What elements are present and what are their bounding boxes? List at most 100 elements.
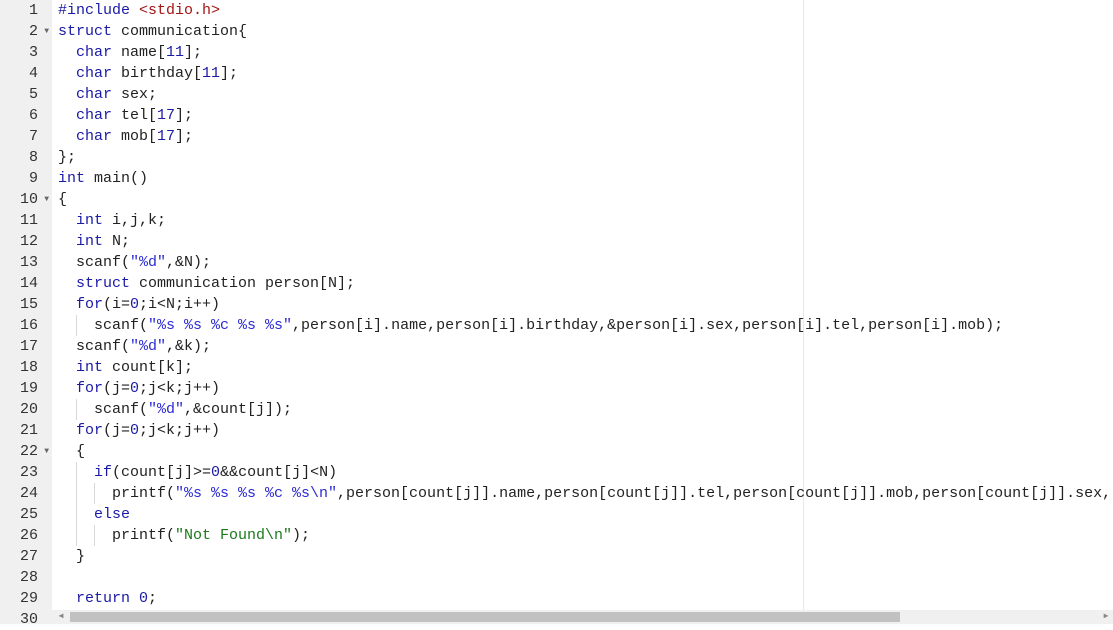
- line-number: 27: [0, 546, 52, 567]
- code-token: printf(: [112, 527, 176, 544]
- code-token: "%s %s %c %s %s": [148, 317, 293, 334]
- caret-down-icon[interactable]: ▼: [44, 21, 49, 42]
- code-line[interactable]: int i,j,k;: [76, 210, 166, 231]
- code-line[interactable]: char mob[17];: [76, 126, 193, 147]
- line-number-text: 16: [19, 317, 38, 334]
- code-token: 17: [157, 107, 176, 124]
- indent-guide: [94, 525, 95, 546]
- arrow-right-icon[interactable]: ▶: [1099, 610, 1113, 624]
- code-line[interactable]: scanf("%d",&k);: [76, 336, 211, 357]
- code-line[interactable]: if(count[j]>=0&&count[j]<N): [94, 462, 337, 483]
- line-number-text: 22: [19, 443, 38, 460]
- code-line[interactable]: else: [94, 504, 130, 525]
- line-number: 24: [0, 483, 52, 504]
- code-token: 0: [211, 464, 221, 481]
- code-token: ];: [184, 44, 203, 61]
- code-token: ;: [148, 590, 158, 607]
- code-line[interactable]: int N;: [76, 231, 130, 252]
- code-token: scanf(: [76, 254, 131, 271]
- code-token: (j=: [103, 380, 131, 397]
- code-line[interactable]: char birthday[11];: [76, 63, 238, 84]
- line-number-text: 13: [19, 254, 38, 271]
- indent-guide: [76, 315, 77, 336]
- line-number: 7: [0, 126, 52, 147]
- line-number-text: 11: [19, 212, 38, 229]
- code-token: 0: [139, 590, 149, 607]
- code-line[interactable]: int count[k];: [76, 357, 193, 378]
- line-number-text: 6: [28, 107, 38, 124]
- code-token: for: [76, 296, 104, 313]
- code-token: <stdio.h>: [139, 2, 221, 19]
- code-line[interactable]: struct communication person[N];: [76, 273, 355, 294]
- code-line[interactable]: {: [76, 441, 85, 462]
- code-token: #include: [58, 2, 140, 19]
- line-number-text: 8: [28, 149, 38, 166]
- line-number-text: 1: [28, 2, 38, 19]
- line-number-text: 18: [19, 359, 38, 376]
- scrollbar-thumb[interactable]: [70, 612, 900, 622]
- code-token: ,person[i].name,person[i].birthday,&pers…: [292, 317, 1004, 334]
- line-number-text: 14: [19, 275, 38, 292]
- indent-guide: [76, 483, 77, 504]
- code-token: for: [76, 380, 104, 397]
- caret-down-icon[interactable]: ▼: [44, 189, 49, 210]
- code-line[interactable]: };: [58, 147, 76, 168]
- code-line[interactable]: {: [58, 189, 67, 210]
- line-number: 6: [0, 105, 52, 126]
- indent-guide: [76, 525, 77, 546]
- arrow-left-icon[interactable]: ◀: [54, 610, 68, 624]
- code-line[interactable]: #include <stdio.h>: [58, 0, 220, 21]
- line-number: 22 ▼: [0, 441, 52, 462]
- code-line[interactable]: struct communication{: [58, 21, 247, 42]
- caret-down-icon[interactable]: ▼: [44, 441, 49, 462]
- line-number: 28: [0, 567, 52, 588]
- line-number-text: 9: [28, 170, 38, 187]
- code-line[interactable]: scanf("%d",&count[j]);: [94, 399, 292, 420]
- code-line[interactable]: }: [76, 546, 85, 567]
- code-token: "%d": [130, 254, 167, 271]
- code-token: birthday[: [112, 65, 203, 82]
- line-number-text: 2: [28, 23, 38, 40]
- code-line[interactable]: scanf("%s %s %c %s %s",person[i].name,pe…: [94, 315, 1003, 336]
- line-number: 3: [0, 42, 52, 63]
- code-line[interactable]: printf("%s %s %s %c %s\n",person[count[j…: [112, 483, 1111, 504]
- code-token: 0: [130, 422, 140, 439]
- code-token: (j=: [103, 422, 131, 439]
- line-number-text: 5: [28, 86, 38, 103]
- code-line[interactable]: return 0;: [76, 588, 157, 609]
- code-editor[interactable]: #include <stdio.h> struct communication{c…: [52, 0, 1113, 610]
- code-token: }: [76, 548, 86, 565]
- horizontal-scrollbar[interactable]: ◀ ▶: [52, 610, 1113, 624]
- code-line[interactable]: printf("Not Found\n");: [112, 525, 310, 546]
- code-token: char: [76, 44, 113, 61]
- code-token: if: [94, 464, 113, 481]
- line-number-text: 26: [19, 527, 38, 544]
- line-number: 10 ▼: [0, 189, 52, 210]
- code-token: communication{: [112, 23, 248, 40]
- code-line[interactable]: char tel[17];: [76, 105, 193, 126]
- code-line[interactable]: int main(): [58, 168, 148, 189]
- line-number-text: 15: [19, 296, 38, 313]
- line-number-text: 30: [19, 611, 38, 628]
- line-number-text: 20: [19, 401, 38, 418]
- line-number: 19: [0, 378, 52, 399]
- code-token: count[k];: [103, 359, 194, 376]
- line-number: 29: [0, 588, 52, 609]
- code-line[interactable]: for(i=0;i<N;i++): [76, 294, 220, 315]
- code-token: ;i<N;i++): [139, 296, 221, 313]
- code-line[interactable]: for(j=0;j<k;j++): [76, 420, 220, 441]
- line-number-text: 17: [19, 338, 38, 355]
- code-line[interactable]: scanf("%d",&N);: [76, 252, 211, 273]
- code-token: int: [58, 170, 86, 187]
- line-number-text: 10: [19, 191, 38, 208]
- line-number: 23: [0, 462, 52, 483]
- line-number: 20: [0, 399, 52, 420]
- code-line[interactable]: for(j=0;j<k;j++): [76, 378, 220, 399]
- code-token: for: [76, 422, 104, 439]
- code-line[interactable]: char name[11];: [76, 42, 202, 63]
- code-line[interactable]: char sex;: [76, 84, 157, 105]
- line-number-text: 28: [19, 569, 38, 586]
- line-number-text: 21: [19, 422, 38, 439]
- code-token: 0: [130, 380, 140, 397]
- line-number: 30: [0, 609, 52, 630]
